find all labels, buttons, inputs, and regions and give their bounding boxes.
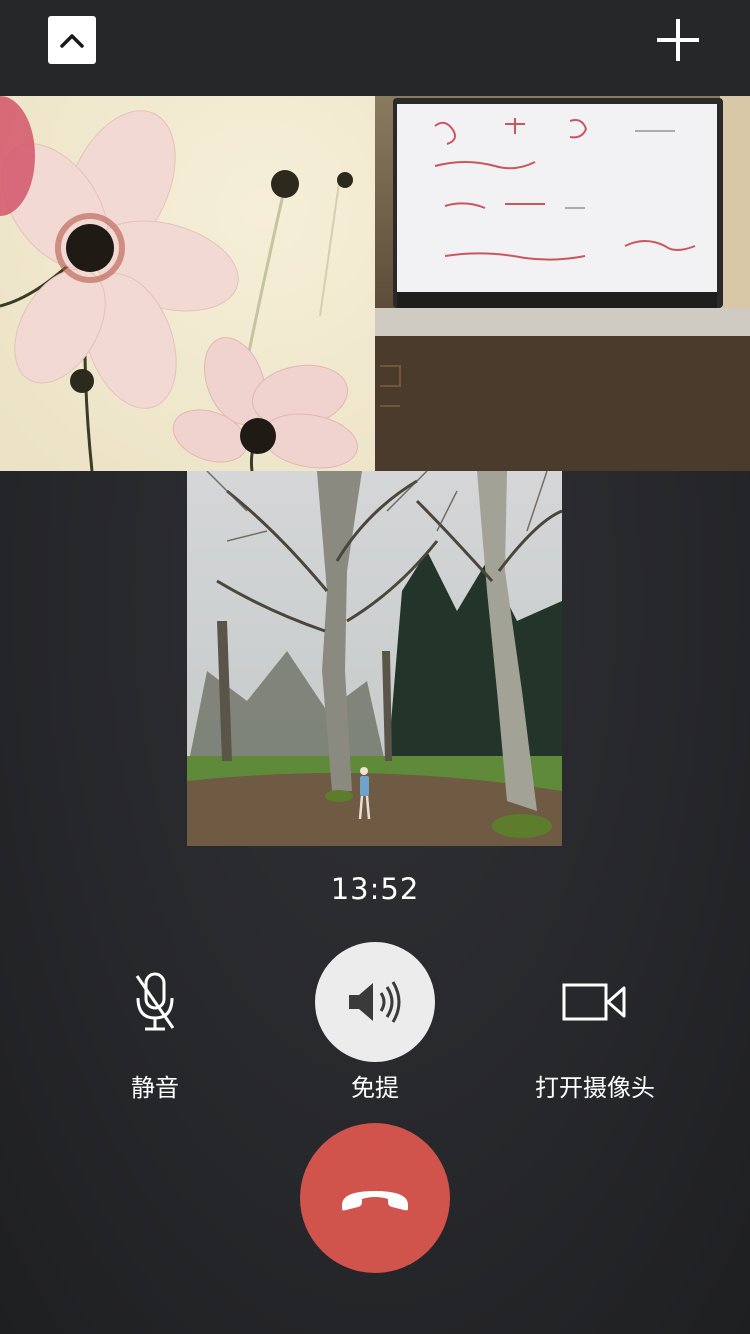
mute-button[interactable]: 静音	[45, 942, 265, 1112]
collapse-button[interactable]	[48, 16, 96, 64]
call-duration: 13:52	[330, 872, 420, 906]
add-participant-button[interactable]	[654, 16, 702, 64]
speaker-icon-wrapper[interactable]	[315, 942, 435, 1062]
microphone-off-icon	[135, 972, 175, 1031]
voice-call-screen: 13:52 静音 免提 打开摄像头	[0, 0, 750, 1334]
plus-icon	[657, 19, 699, 61]
laptop-image	[375, 96, 750, 471]
participant-video-1[interactable]	[0, 96, 375, 471]
mute-icon-wrapper[interactable]	[95, 942, 215, 1062]
participant-video-3[interactable]	[187, 471, 562, 846]
mute-label: 静音	[131, 1074, 179, 1102]
hangup-button[interactable]	[300, 1123, 450, 1273]
camera-label: 打开摄像头	[535, 1074, 655, 1102]
chevron-up-icon	[60, 34, 84, 48]
speaker-icon	[349, 981, 401, 1023]
speaker-label: 免提	[351, 1074, 399, 1102]
speaker-button[interactable]: 免提	[265, 942, 485, 1112]
forest-image	[187, 471, 562, 846]
camera-icon-wrapper[interactable]	[535, 942, 655, 1062]
phone-hangup-icon	[342, 1191, 408, 1211]
top-bar	[0, 0, 750, 96]
camera-button[interactable]: 打开摄像头	[485, 942, 705, 1112]
flower-image	[0, 96, 375, 471]
participant-video-2[interactable]	[375, 96, 750, 471]
video-camera-icon	[562, 983, 626, 1021]
